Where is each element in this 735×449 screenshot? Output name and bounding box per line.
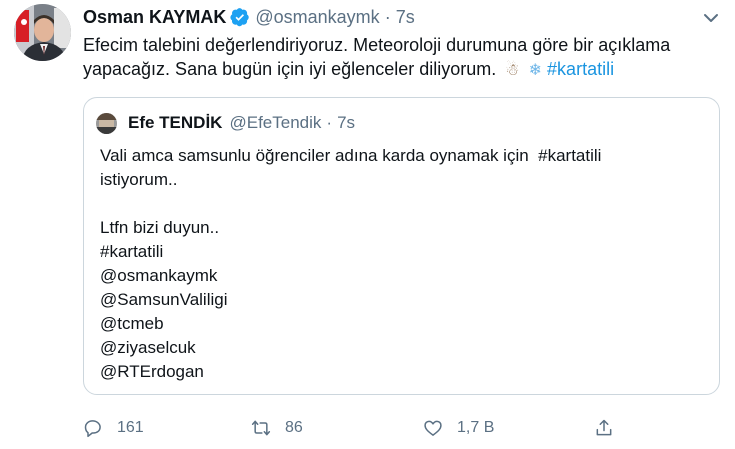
snowman-emoji: ☃: [505, 62, 520, 79]
quoted-mention-line: @osmankaymk: [100, 266, 218, 285]
quoted-text-blank-line: [100, 192, 700, 216]
author-avatar[interactable]: [14, 4, 71, 61]
quoted-mention-line: @tcmeb: [100, 314, 164, 333]
quoted-mention-line: @SamsunValiligi: [100, 290, 228, 309]
author-name[interactable]: Osman KAYMAK: [83, 7, 226, 28]
retweet-button[interactable]: 86: [251, 414, 303, 442]
quoted-tweet-timestamp: 7s: [337, 113, 356, 132]
quoted-author-avatar: [96, 113, 117, 134]
share-icon: [596, 419, 612, 436]
retweet-count: 86: [285, 419, 303, 436]
tweet-action-bar: 161 86 1,7 B: [83, 414, 623, 442]
tweet-text: Efecim talebini değerlendiriyoruz. Meteo…: [83, 33, 713, 83]
reply-button[interactable]: 161: [83, 414, 144, 442]
reply-count: 161: [117, 419, 144, 436]
retweet-icon: [251, 420, 271, 436]
like-count: 1,7 B: [457, 419, 495, 436]
quoted-text-line: istiyorum..: [100, 170, 178, 189]
quoted-text-line: Ltfn bizi duyun..: [100, 218, 220, 237]
quoted-text-line: Vali amca samsunlu öğrenciler adına kard…: [100, 146, 602, 165]
quoted-author-avatar-image: [96, 113, 117, 134]
header-separator: ·: [384, 6, 391, 27]
verified-badge-icon: [230, 8, 250, 27]
reply-icon: [84, 420, 101, 438]
quoted-tweet-text: Vali amca samsunlu öğrenciler adına kard…: [100, 144, 700, 384]
snowflake-emoji: ❄: [528, 62, 543, 79]
quoted-author-handle: @EfeTendik: [229, 113, 322, 132]
like-icon: [424, 420, 442, 436]
quoted-hashtag-line: #kartatili: [100, 242, 164, 261]
hashtag-link[interactable]: #kartatili: [547, 59, 614, 79]
quoted-tweet-card[interactable]: Efe TENDİK @EfeTendik · 7s Vali amca sam…: [83, 97, 720, 395]
quoted-mention-line: @RTErdogan: [100, 362, 204, 381]
tweet-header: Osman KAYMAK @osmankaymk · 7s: [83, 5, 415, 29]
author-handle[interactable]: @osmankaymk: [255, 7, 379, 28]
share-button[interactable]: [594, 414, 628, 442]
like-button[interactable]: 1,7 B: [423, 414, 494, 442]
quoted-author-name: Efe TENDİK: [128, 113, 223, 132]
tweet-timestamp[interactable]: 7s: [396, 7, 415, 28]
chevron-down-icon[interactable]: [699, 6, 723, 30]
quoted-mention-line: @ziyaselcuk: [100, 338, 196, 357]
quoted-header-separator: ·: [326, 113, 333, 132]
author-avatar-image: [14, 4, 71, 61]
quoted-tweet-header: Efe TENDİK @EfeTendik · 7s: [128, 112, 355, 134]
